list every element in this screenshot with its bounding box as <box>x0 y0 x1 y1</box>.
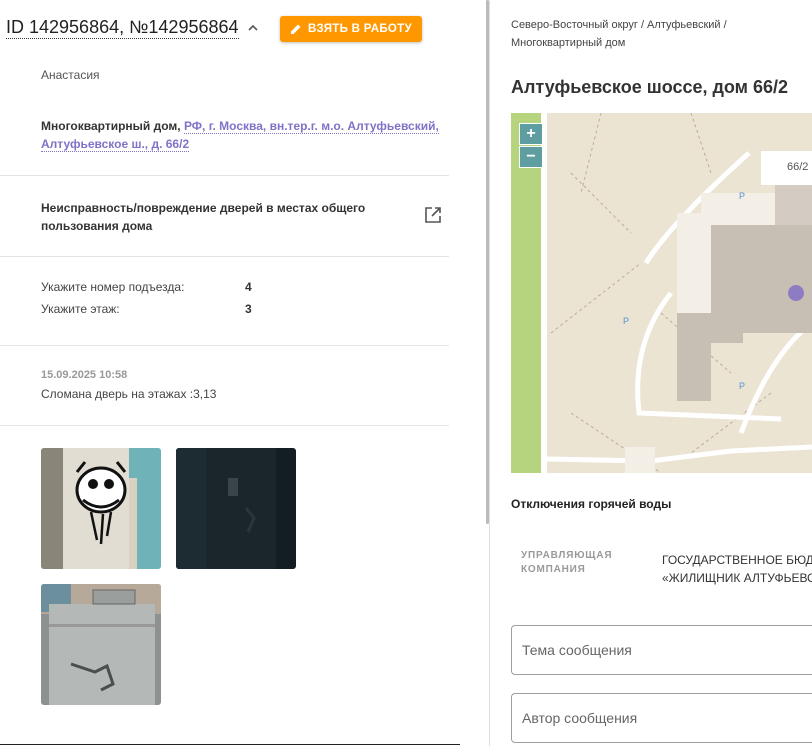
management-company-value: ГОСУДАРСТВЕННОЕ БЮДЖЕТНОЕ «ЖИЛИЩНИК АЛТУ… <box>662 551 812 587</box>
management-company-label: УПРАВЛЯЮЩАЯ КОМПАНИЯ <box>521 549 612 577</box>
building-number-label: 66/2 <box>787 161 809 173</box>
label-line: КОМПАНИЯ <box>521 564 586 575</box>
photo-image <box>41 448 161 569</box>
zoom-out-button[interactable]: − <box>519 146 543 168</box>
message-subject-input[interactable]: Тема сообщения <box>511 625 812 675</box>
divider <box>0 744 460 745</box>
comment-text: Сломана дверь на этажах :3,13 <box>41 387 217 401</box>
request-address: Многоквартирный дом, РФ, г. Москва, вн.т… <box>41 117 441 153</box>
photo-image <box>41 584 161 705</box>
field-value-entrance: 4 <box>245 280 252 294</box>
request-id-title[interactable]: ID 142956864, №142956864 <box>6 16 239 39</box>
label-line: УПРАВЛЯЮЩАЯ <box>521 550 613 561</box>
author-placeholder: Автор сообщения <box>522 710 638 726</box>
photo-thumbnail[interactable] <box>41 448 161 569</box>
parking-marker: P <box>739 381 746 391</box>
value-line: ГОСУДАРСТВЕННОЕ БЮДЖЕТНОЕ <box>662 553 812 567</box>
chevron-up-icon[interactable] <box>247 22 259 34</box>
panel-divider <box>489 0 490 746</box>
address-type: Многоквартирный дом, <box>41 119 181 133</box>
map-canvas <box>511 113 812 473</box>
author-name: Анастасия <box>41 68 100 82</box>
building-title: Алтуфьевское шоссе, дом 66/2 <box>511 77 789 97</box>
photo-thumbnail[interactable] <box>41 584 161 705</box>
subject-placeholder: Тема сообщения <box>522 642 632 658</box>
photo-image <box>176 448 296 569</box>
value-line: «ЖИЛИЩНИК АЛТУФЬЕВСКОГО» <box>662 571 812 585</box>
divider <box>0 175 449 176</box>
message-author-input[interactable]: Автор сообщения <box>511 693 812 743</box>
breadcrumb-line[interactable]: Северо-Восточный округ / Алтуфьевский / <box>511 16 771 34</box>
comment-date: 15.09.2025 10:58 <box>41 369 128 381</box>
request-panel: ID 142956864, №142956864 ВЗЯТЬ В РАБОТУ … <box>0 0 460 746</box>
divider <box>0 345 449 346</box>
parking-marker: P <box>739 191 746 201</box>
take-to-work-label: ВЗЯТЬ В РАБОТУ <box>308 23 412 35</box>
field-value-floor: 3 <box>245 302 252 316</box>
parking-marker: P <box>623 316 630 326</box>
zoom-in-button[interactable]: + <box>519 123 543 145</box>
field-label-floor: Укажите этаж: <box>41 302 120 316</box>
divider <box>0 256 449 257</box>
pencil-icon <box>291 24 301 34</box>
photo-thumbnail[interactable] <box>176 448 296 569</box>
open-in-new-icon[interactable] <box>424 206 442 224</box>
hot-water-outages-title: Отключения горячей воды <box>511 497 672 511</box>
issue-category: Неисправность/повреждение дверей в места… <box>41 201 366 233</box>
breadcrumb: Северо-Восточный округ / Алтуфьевский / … <box>511 16 771 52</box>
take-to-work-button[interactable]: ВЗЯТЬ В РАБОТУ <box>280 16 422 42</box>
divider <box>0 425 449 426</box>
breadcrumb-line[interactable]: Многоквартирный дом <box>511 34 771 52</box>
field-label-entrance: Укажите номер подъезда: <box>41 280 185 294</box>
request-header[interactable]: ID 142956864, №142956864 <box>6 16 259 39</box>
map[interactable]: 66/2 P P P + − <box>511 113 812 473</box>
